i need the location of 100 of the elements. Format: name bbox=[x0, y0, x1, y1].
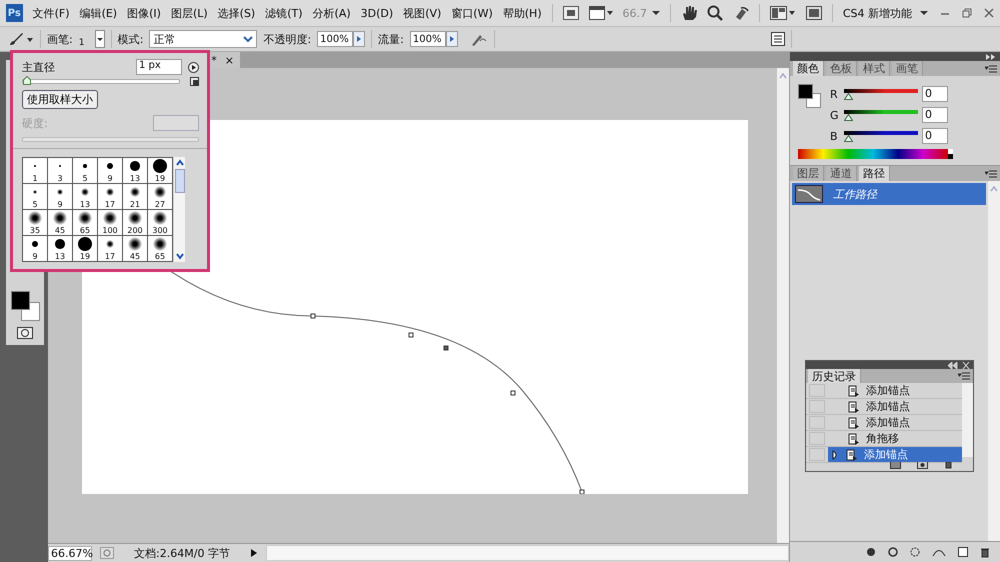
panel-tab[interactable]: 路径 bbox=[859, 166, 890, 181]
brush-preset[interactable]: 13 bbox=[48, 236, 72, 261]
brush-preset[interactable]: 27 bbox=[148, 184, 172, 209]
screen-mode-icon[interactable] bbox=[588, 6, 613, 20]
close-icon[interactable] bbox=[984, 8, 994, 18]
brush-preset[interactable]: 3 bbox=[48, 158, 72, 183]
mode-dropdown[interactable]: 正常 bbox=[149, 30, 258, 48]
menu-item[interactable]: 滤镜(T) bbox=[265, 6, 303, 20]
history-scrollbar[interactable] bbox=[962, 383, 973, 457]
anchor-point[interactable] bbox=[510, 390, 516, 396]
brush-preset[interactable]: 300 bbox=[148, 210, 172, 235]
status-icon[interactable] bbox=[100, 547, 114, 559]
quick-mask-icon[interactable] bbox=[17, 327, 33, 339]
anchor-point[interactable] bbox=[310, 314, 316, 318]
panel-menu-icon[interactable] bbox=[958, 372, 970, 380]
collapse-close-icon[interactable] bbox=[948, 362, 970, 368]
color-swatches-icon[interactable] bbox=[10, 291, 40, 321]
history-state[interactable]: 添加锚点 bbox=[828, 383, 962, 398]
history-state[interactable]: 添加锚点 bbox=[828, 399, 962, 414]
panel-tab[interactable]: 色板 bbox=[826, 61, 857, 76]
panel-tab[interactable]: 图层 bbox=[793, 166, 824, 181]
history-state[interactable]: 角拖移 bbox=[828, 431, 962, 446]
popup-menu-icon[interactable] bbox=[188, 62, 199, 72]
brush-preset[interactable]: 1 bbox=[23, 158, 47, 183]
brush-preset[interactable]: 45 bbox=[123, 236, 147, 261]
stroke-path-icon[interactable] bbox=[888, 547, 898, 557]
caret-icon[interactable] bbox=[920, 10, 928, 16]
search-icon[interactable] bbox=[706, 5, 723, 21]
menu-item[interactable]: 视图(V) bbox=[403, 6, 442, 20]
bridge-icon[interactable] bbox=[562, 6, 579, 20]
panel-menu-icon[interactable] bbox=[985, 64, 997, 72]
brush-preset[interactable]: 5 bbox=[23, 184, 47, 209]
brush-size-preview[interactable]: 1 bbox=[78, 38, 89, 48]
history-state[interactable]: 添加锚点 bbox=[828, 415, 962, 430]
paths-scrollbar[interactable] bbox=[988, 181, 1000, 541]
opacity-slider-button[interactable] bbox=[353, 31, 366, 47]
brush-preset[interactable]: 9 bbox=[48, 184, 72, 209]
history-state[interactable]: 添加锚点 bbox=[828, 447, 962, 462]
menu-item[interactable]: 窗口(W) bbox=[451, 6, 493, 20]
scrollbar-thumb[interactable] bbox=[174, 169, 184, 193]
arrange-documents-icon[interactable] bbox=[770, 6, 796, 20]
panel-tab[interactable]: 通道 bbox=[826, 166, 857, 181]
path-list-item[interactable]: 工作路径 bbox=[792, 183, 986, 205]
menu-item[interactable]: 3D(D) bbox=[360, 6, 394, 20]
vertical-scrollbar[interactable] bbox=[777, 68, 789, 543]
slider-thumb[interactable] bbox=[844, 114, 853, 121]
panel-tab[interactable]: 画笔 bbox=[892, 61, 923, 76]
fill-path-icon[interactable] bbox=[866, 547, 876, 557]
scroll-up-icon[interactable] bbox=[174, 159, 184, 167]
brush-preset[interactable]: 65 bbox=[148, 236, 172, 261]
make-work-path-icon[interactable] bbox=[932, 547, 946, 557]
brush-preset[interactable]: 19 bbox=[73, 236, 97, 261]
brush-preset[interactable]: 5 bbox=[73, 158, 97, 183]
brush-preset[interactable]: 45 bbox=[48, 210, 72, 235]
channel-value-field[interactable]: 0 bbox=[922, 128, 948, 144]
menu-item[interactable]: 分析(A) bbox=[312, 6, 351, 20]
menu-item[interactable]: 文件(F) bbox=[32, 6, 70, 20]
slider-thumb[interactable] bbox=[23, 76, 31, 85]
brush-preset[interactable]: 19 bbox=[148, 158, 172, 183]
horizontal-scrollbar[interactable] bbox=[266, 545, 789, 561]
workspace-switcher[interactable]: CS4 新增功能 bbox=[842, 6, 928, 20]
color-swatches-icon[interactable] bbox=[798, 84, 822, 108]
brush-preset[interactable]: 65 bbox=[73, 210, 97, 235]
new-path-icon[interactable] bbox=[958, 547, 968, 557]
brush-preset[interactable]: 200 bbox=[123, 210, 147, 235]
anchor-point[interactable] bbox=[580, 490, 584, 494]
chevron-down-icon[interactable] bbox=[243, 35, 254, 43]
diameter-slider[interactable] bbox=[22, 79, 180, 84]
save-preset-icon[interactable] bbox=[190, 77, 199, 86]
history-tab[interactable]: 历史记录 bbox=[808, 369, 861, 383]
brush-preset[interactable]: 9 bbox=[23, 236, 47, 261]
brush-preset[interactable]: 17 bbox=[98, 184, 122, 209]
menu-item[interactable]: 图像(I) bbox=[127, 6, 161, 20]
delete-icon[interactable] bbox=[980, 546, 990, 558]
slider-thumb[interactable] bbox=[844, 135, 853, 142]
flow-slider-button[interactable] bbox=[446, 31, 458, 47]
panel-tab[interactable]: 样式 bbox=[859, 61, 890, 76]
brush-preset[interactable]: 100 bbox=[98, 210, 122, 235]
preset-scrollbar[interactable] bbox=[174, 157, 185, 262]
brush-preset[interactable]: 9 bbox=[98, 158, 122, 183]
diameter-field[interactable]: 1 px bbox=[136, 59, 182, 75]
app-logo[interactable]: Ps bbox=[6, 4, 23, 22]
channel-value-field[interactable]: 0 bbox=[922, 107, 948, 123]
color-spectrum-bar[interactable] bbox=[798, 149, 948, 159]
caret-icon[interactable] bbox=[652, 10, 660, 16]
brush-picker-button[interactable] bbox=[94, 30, 105, 48]
restore-icon[interactable] bbox=[962, 8, 972, 18]
panel-toggle-icon[interactable] bbox=[771, 32, 785, 46]
menu-item[interactable]: 图层(L) bbox=[170, 6, 208, 20]
menu-item[interactable]: 编辑(E) bbox=[80, 6, 118, 20]
load-selection-icon[interactable] bbox=[910, 547, 920, 557]
use-sample-size-button[interactable]: 使用取样大小 bbox=[22, 90, 98, 109]
brush-preset[interactable]: 21 bbox=[123, 184, 147, 209]
brush-preset[interactable]: 13 bbox=[73, 184, 97, 209]
menu-item[interactable]: 选择(S) bbox=[218, 6, 256, 20]
anchor-point[interactable] bbox=[408, 332, 414, 338]
spectrum-end-swatch[interactable] bbox=[948, 149, 953, 159]
hand-icon[interactable] bbox=[680, 5, 697, 21]
scroll-down-icon[interactable] bbox=[174, 252, 184, 260]
slider-thumb[interactable] bbox=[844, 93, 853, 100]
